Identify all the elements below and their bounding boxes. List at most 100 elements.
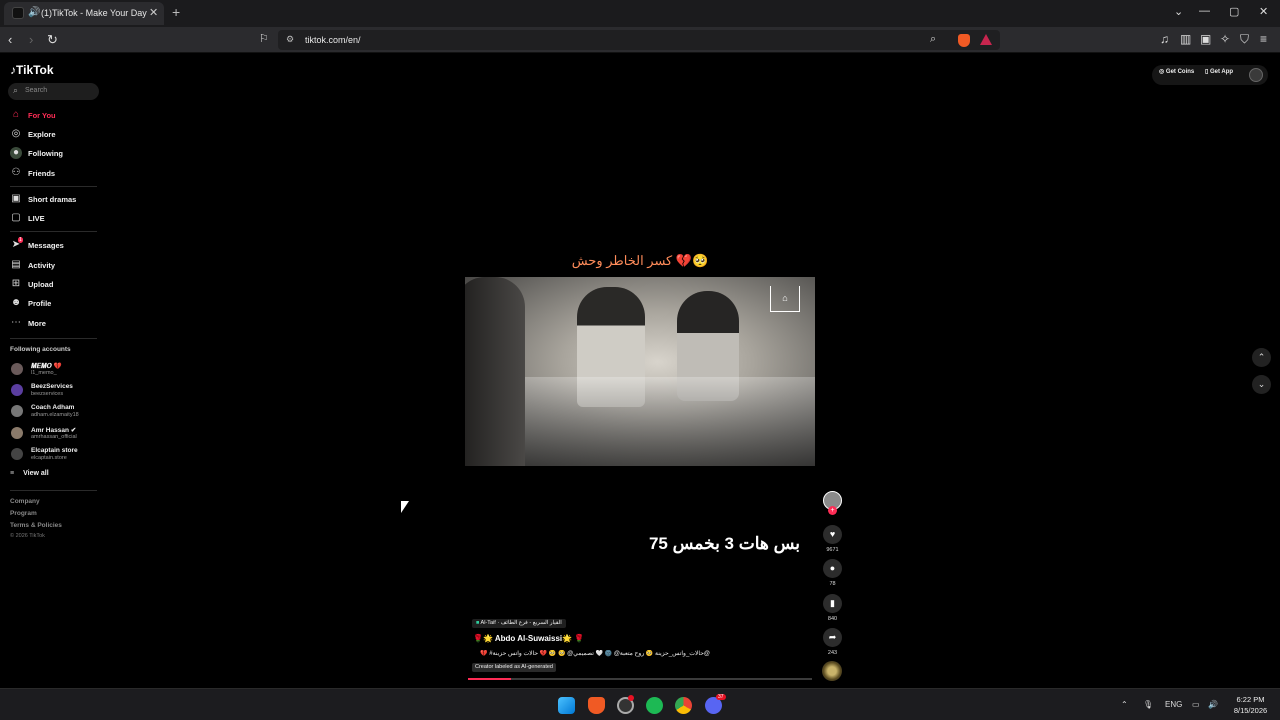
network-icon[interactable]: ▭ [1192,700,1200,709]
site-info-icon[interactable]: ⚙ [286,34,294,45]
logo-text: TikTok [16,63,54,77]
url-text[interactable]: tiktok.com/en/ [305,35,361,45]
share-icon[interactable]: ➦ [823,628,842,647]
video-figure [465,277,525,466]
nav-upload[interactable]: ⊞ Upload [10,278,100,294]
following-account[interactable]: BeezServices beezservices [10,381,100,401]
nav-label: For You [28,111,56,120]
previous-video-button[interactable]: ⌃ [1252,348,1271,367]
tab-list-icon[interactable]: ⌄ [1174,5,1183,18]
music-disc-icon[interactable] [822,661,842,681]
bookmark-icon[interactable]: ▮ [823,594,842,613]
tab-close-icon[interactable]: ✕ [149,6,158,19]
following-account[interactable]: Coach Adham adham.elzamaity18 [10,402,100,422]
nav-label: Upload [28,280,54,289]
user-avatar[interactable] [1249,68,1263,82]
nav-messages[interactable]: ➤ 1 Messages [10,237,100,255]
search-icon: ⌕ [13,85,19,95]
address-bar[interactable]: ⚙ tiktok.com/en/ ⌕ [278,30,1000,50]
nav-explore[interactable]: ◎ Explore [10,128,100,144]
speaker-icon[interactable]: 🔊 [28,7,40,18]
get-app-button[interactable]: ▯ Get App [1205,68,1233,82]
brave-rewards-icon[interactable] [980,34,992,45]
nav-more[interactable]: ⋯ More [10,317,100,333]
forward-icon[interactable]: › [29,32,33,47]
nav-short-dramas[interactable]: ▣ Short dramas [10,193,100,209]
activity-icon: ▤ [11,259,21,270]
new-tab-button[interactable]: + [172,4,180,20]
nav-for-you[interactable]: ⌂ For You [10,109,100,125]
leo-ai-icon[interactable]: ✧ [1220,32,1230,46]
sidebar-divider [10,338,97,339]
wallet-icon[interactable]: ▣ [1200,32,1211,46]
brave-shields-icon[interactable] [958,34,970,47]
close-window-button[interactable]: ✕ [1259,5,1268,18]
sidebar-icon[interactable]: ▥ [1180,32,1191,46]
microphone-icon[interactable]: 🎙 [1143,700,1153,709]
menu-icon[interactable]: ≡ [1260,32,1267,46]
nav-profile[interactable]: ☻ Profile [10,297,100,313]
heart-icon[interactable]: ♥ [823,525,842,544]
spotify-icon[interactable] [646,697,663,714]
tiktok-logo[interactable]: ♪TikTok [10,63,54,77]
following-account[interactable]: Amr Hassan ✔ amrhassan_official [10,424,100,444]
tray-overflow-icon[interactable]: ⌃ [1121,700,1128,709]
zoom-icon[interactable]: ⌕ [930,33,936,46]
media-icon[interactable]: ♫ [1160,32,1169,46]
browser-nav-bar: ‹ › ↻ ⚐ ⚙ tiktok.com/en/ ⌕ ♫ ▥ ▣ ✧ ⛉ ≡ [0,27,1280,53]
account-name: Elcaptain store [31,447,78,454]
language-indicator[interactable]: ENG [1165,700,1182,709]
sidebar-divider [10,186,97,187]
maximize-button[interactable]: ▢ [1229,5,1239,18]
more-icon: ⋯ [11,317,21,328]
footer-company[interactable]: Company [10,498,40,505]
bookmark-icon[interactable]: ⚐ [259,32,269,45]
minimize-button[interactable]: — [1199,5,1210,17]
following-icon: ● [10,147,22,159]
following-account[interactable]: 𝑴𝑬𝑴𝑶 💔 l1_memo_ [10,360,100,380]
share-action[interactable]: ➦ 243 [823,628,842,656]
list-icon: ≡ [10,470,15,477]
footer-program[interactable]: Program [10,510,37,517]
account-handle: l1_memo_ [31,370,57,376]
follow-plus-icon[interactable]: + [828,506,837,515]
nav-following[interactable]: ● Following [10,147,100,163]
view-all-link[interactable]: ≡ View all [10,470,49,477]
nav-live[interactable]: ▢ LIVE [10,212,100,228]
account-name: BeezServices [31,383,73,390]
save-action[interactable]: ▮ 840 [823,594,842,622]
account-name: Amr Hassan ✔ [31,427,77,434]
reload-icon[interactable]: ↻ [47,32,58,48]
brave-browser-icon[interactable] [588,697,605,714]
video-player[interactable]: ⌂ [465,277,815,466]
next-video-button[interactable]: ⌄ [1252,375,1271,394]
like-action[interactable]: ♥ 9671 [823,525,842,553]
windows-start-icon[interactable] [558,697,575,714]
tab-title: (1)TikTok - Make Your Day [41,8,147,18]
browser-tab-bar: 🔊 (1)TikTok - Make Your Day ✕ + ⌄ — ▢ ✕ [0,0,1280,27]
save-count: 840 [827,616,838,622]
comment-icon[interactable]: ● [823,559,842,578]
nav-label: Explore [28,130,56,139]
comment-action[interactable]: ● 78 [823,559,842,587]
video-progress-bar[interactable] [468,678,812,680]
browser-tab[interactable]: 🔊 (1)TikTok - Make Your Day ✕ [4,2,164,25]
back-icon[interactable]: ‹ [8,32,12,47]
avatar [11,363,23,375]
drama-icon: ▣ [11,193,21,204]
following-account[interactable]: Elcaptain store elcaptain.store [10,445,100,465]
location-tag[interactable]: ■ Al-Taif · القيار السريع - فرع الطائف [472,619,566,628]
video-author[interactable]: 🌹🌟 Abdo Al-Suwaissi🌟 🌹 [473,634,584,643]
chrome-icon[interactable] [675,697,692,714]
profile-icon: ☻ [10,297,22,308]
vpn-icon[interactable]: ⛉ [1240,32,1249,47]
nav-friends[interactable]: ⚇ Friends [10,167,100,183]
nav-activity[interactable]: ▤ Activity [10,259,100,275]
search-input[interactable]: ⌕ Search [8,83,99,100]
nav-label: Friends [28,169,56,178]
volume-icon[interactable]: 🔊 [1208,700,1218,709]
system-clock[interactable]: 6:22 PM 8/15/2026 [1228,694,1273,716]
get-coins-button[interactable]: ◎ Get Coins [1159,68,1194,82]
live-icon: ▢ [11,212,21,223]
footer-terms[interactable]: Terms & Policies [10,522,62,529]
